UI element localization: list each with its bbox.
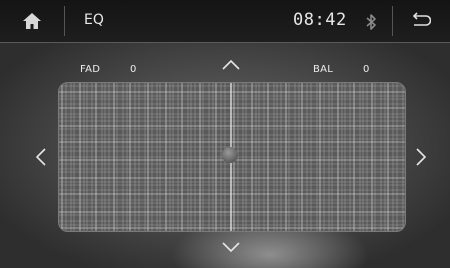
arrow-left-icon[interactable] — [30, 146, 52, 168]
balance-value: 0 — [363, 64, 370, 75]
home-icon — [23, 13, 41, 29]
clock: 08:42 — [293, 10, 347, 30]
back-icon — [412, 12, 431, 26]
bluetooth-icon — [366, 14, 376, 30]
divider — [392, 6, 393, 36]
arrow-down-icon[interactable] — [220, 236, 242, 258]
fader-label: FAD — [80, 64, 101, 75]
arrow-right-icon[interactable] — [410, 146, 432, 168]
page-title: EQ — [84, 12, 104, 28]
balance-label: BAL — [313, 64, 334, 75]
top-bar: EQ 08:42 — [0, 0, 450, 43]
divider — [64, 6, 65, 36]
arrow-up-icon[interactable] — [220, 54, 242, 76]
eq-screen: EQ 08:42 FAD 0 BAL 0 — [0, 0, 450, 268]
fader-value: 0 — [130, 64, 137, 75]
position-knob[interactable] — [222, 147, 238, 163]
back-button[interactable] — [400, 6, 440, 36]
home-button[interactable] — [14, 6, 50, 36]
